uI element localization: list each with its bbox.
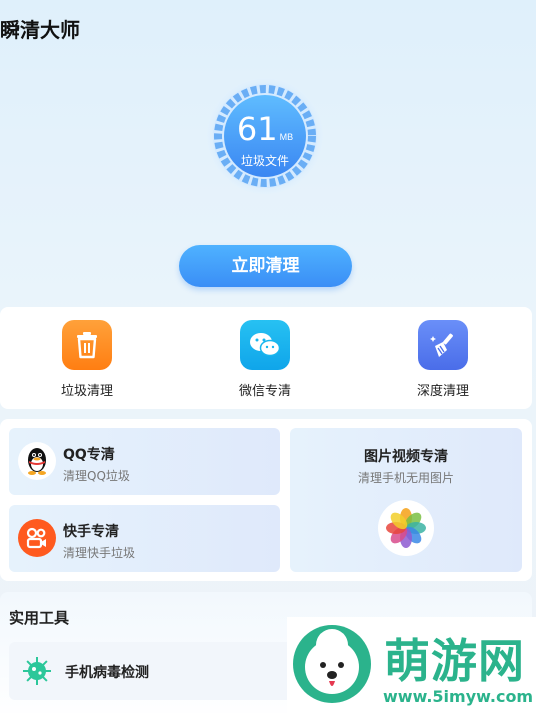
wechat-clean-label: 微信专清 xyxy=(238,384,291,399)
app-title: 瞬清大师 xyxy=(0,18,80,42)
wechat-clean-item[interactable]: 微信专清 xyxy=(215,320,315,399)
qq-clean-desc: 清理QQ垃圾 xyxy=(63,469,130,483)
qq-clean-card[interactable]: QQ专清 清理QQ垃圾 xyxy=(9,428,280,495)
qq-penguin-icon xyxy=(18,442,56,480)
junk-clean-label: 垃圾清理 xyxy=(60,384,113,399)
qq-clean-title: QQ专清 xyxy=(63,447,115,463)
kuaishou-clean-desc: 清理快手垃圾 xyxy=(63,546,136,560)
kuaishou-icon xyxy=(18,519,56,557)
junk-gauge[interactable]: 61 MB 垃圾文件 xyxy=(205,76,325,196)
media-clean-desc: 清理手机无用图片 xyxy=(357,471,454,485)
watermark-url: www.5imyw.com xyxy=(383,687,534,706)
media-clean-card[interactable]: 图片视频专清 清理手机无用图片 xyxy=(290,428,522,572)
virus-scan-label: 手机病毒检测 xyxy=(65,665,149,681)
special-clean-card: QQ专清 清理QQ垃圾 快手专清 清理快手垃圾 图片视频专清 清理手机无用图片 xyxy=(0,419,532,581)
watermark: 萌游网 www.5imyw.com xyxy=(287,617,536,713)
trash-icon xyxy=(62,320,112,370)
kuaishou-clean-card[interactable]: 快手专清 清理快手垃圾 xyxy=(9,505,280,572)
media-clean-title: 图片视频专清 xyxy=(364,449,448,465)
junk-clean-item[interactable]: 垃圾清理 xyxy=(37,320,137,399)
wechat-icon xyxy=(240,320,290,370)
virus-icon xyxy=(21,655,53,687)
watermark-text: 萌游网 xyxy=(384,634,525,688)
virus-scan-item[interactable]: 手机病毒检测 xyxy=(9,642,299,700)
junk-size-value: 61 xyxy=(236,110,278,148)
tools-title: 实用工具 xyxy=(9,609,70,627)
clean-now-button[interactable]: 立即清理 xyxy=(179,245,352,287)
deep-clean-item[interactable]: 深度清理 xyxy=(393,320,493,399)
kuaishou-clean-title: 快手专清 xyxy=(63,524,119,540)
dog-logo-icon xyxy=(293,625,371,703)
junk-label: 垃圾文件 xyxy=(240,154,289,168)
quick-tools-card: 垃圾清理 微信专清 深度清理 xyxy=(0,307,532,409)
broom-icon xyxy=(418,320,468,370)
deep-clean-label: 深度清理 xyxy=(416,384,469,399)
junk-size-unit: MB xyxy=(279,132,294,142)
photos-flower-icon xyxy=(378,500,434,556)
